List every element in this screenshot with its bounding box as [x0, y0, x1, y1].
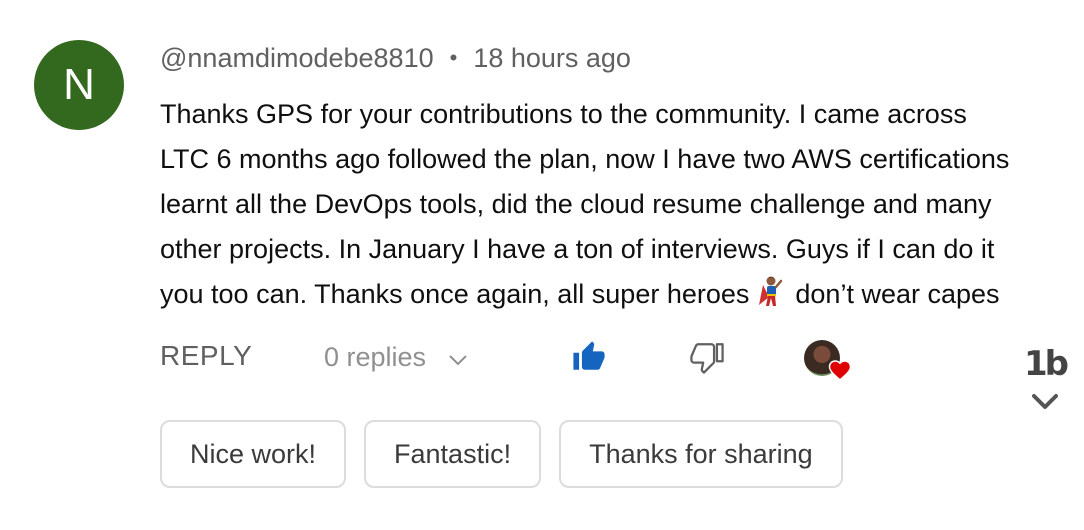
- thumbs-down-icon[interactable]: [690, 340, 724, 379]
- avatar-letter: N: [63, 60, 95, 109]
- creator-heart-avatar[interactable]: [804, 340, 852, 382]
- comment-card: N @nnamdimodebe8810 • 18 hours ago Thank…: [0, 0, 1084, 530]
- reply-button[interactable]: REPLY: [160, 340, 252, 372]
- author-handle[interactable]: @nnamdimodebe8810: [160, 43, 434, 74]
- chevron-down-icon: [426, 342, 468, 373]
- comment-line-part: don’t wear capes: [795, 279, 1000, 309]
- chevron-down-icon[interactable]: [1030, 392, 1060, 417]
- comment-actions: REPLY 0 replies: [160, 336, 1080, 382]
- comment-line: other projects. In January I have a ton …: [160, 234, 995, 264]
- replies-toggle[interactable]: 0 replies: [324, 342, 468, 373]
- comment-line: Thanks GPS for your contributions to the…: [160, 99, 967, 129]
- suggestion-chip[interactable]: Thanks for sharing: [559, 420, 843, 488]
- comment-header: @nnamdimodebe8810 • 18 hours ago: [160, 38, 631, 78]
- thumbs-up-icon[interactable]: [572, 340, 606, 379]
- replies-count: 0 replies: [324, 342, 427, 372]
- meta-separator: •: [449, 45, 458, 70]
- suggested-replies: Nice work! Fantastic! Thanks for sharing: [160, 420, 843, 488]
- author-avatar[interactable]: N: [34, 40, 124, 130]
- suggestion-chip[interactable]: Fantastic!: [364, 420, 542, 488]
- comment-text: Thanks GPS for your contributions to the…: [160, 92, 1080, 317]
- comment-line-part: you too can. Thanks once again, all supe…: [160, 279, 750, 309]
- side-logo: 1b: [1024, 344, 1069, 384]
- superhero-emoji-icon: [757, 275, 783, 309]
- suggestion-chip[interactable]: Nice work!: [160, 420, 347, 488]
- creator-heart-icon: [828, 359, 852, 386]
- comment-line-last: you too can. Thanks once again, all supe…: [160, 272, 1080, 317]
- comment-timestamp[interactable]: 18 hours ago: [473, 43, 631, 74]
- comment-line: learnt all the DevOps tools, did the clo…: [160, 189, 992, 219]
- comment-line: LTC 6 months ago followed the plan, now …: [160, 144, 1010, 174]
